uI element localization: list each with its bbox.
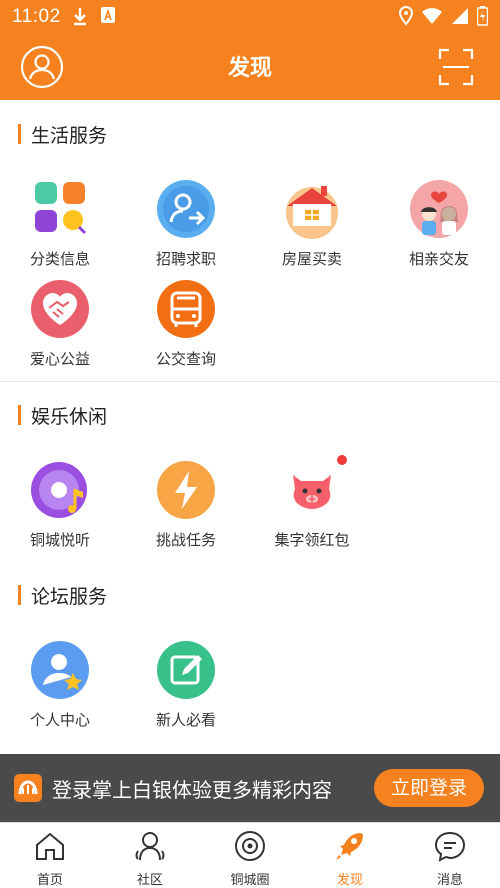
- tab-messages[interactable]: 消息: [400, 823, 500, 888]
- scan-icon: [438, 48, 474, 86]
- grid-item-classified[interactable]: 分类信息: [0, 178, 120, 269]
- edit-note-icon: [157, 641, 215, 699]
- section-title-forum: 论坛服务: [18, 582, 107, 608]
- home-icon: [36, 832, 64, 860]
- music-disc-icon: [31, 462, 87, 518]
- section-divider: [0, 381, 500, 382]
- community-icon: [135, 832, 165, 861]
- grid-item-red-packet[interactable]: 集字领红包: [252, 455, 372, 550]
- circle-feed-icon: [235, 831, 265, 861]
- signal-icon: [452, 8, 468, 24]
- location-icon: [399, 6, 413, 26]
- grid-item-bus[interactable]: 公交查询: [126, 278, 246, 369]
- login-prompt-text: 登录掌上白银体验更多精彩内容: [52, 778, 332, 802]
- tab-circle[interactable]: 铜城圈: [200, 823, 300, 888]
- tab-community[interactable]: 社区: [100, 823, 200, 888]
- login-prompt-banner: 登录掌上白银体验更多精彩内容 立即登录: [0, 754, 500, 822]
- discover-content: 生活服务 分类信息 招聘求职 房屋买卖 相亲交友 爱心公益 公交查询 娱乐休闲 …: [0, 100, 500, 752]
- top-bar: 11:02 发现: [0, 0, 500, 100]
- grid-item-newbie-guide[interactable]: 新人必看: [126, 639, 246, 730]
- charity-heart-icon: [31, 280, 89, 338]
- section-accent-bar: [18, 585, 21, 605]
- lightning-icon: [157, 461, 215, 519]
- grid-item-challenge[interactable]: 挑战任务: [126, 459, 246, 550]
- discover-screen: 11:02 发现 生活服务 分类信息 招聘求职 房屋买卖 相亲交友 爱心公益 公…: [0, 0, 500, 888]
- download-icon: [74, 8, 86, 26]
- section-accent-bar: [18, 124, 21, 144]
- bottom-tab-bar: 首页 社区 铜城圈 发现 消息: [0, 822, 500, 888]
- bus-icon: [157, 280, 215, 338]
- scan-button[interactable]: [438, 47, 474, 87]
- grid-item-personal-center[interactable]: 个人中心: [0, 639, 120, 730]
- grid-item-charity[interactable]: 爱心公益: [0, 278, 120, 369]
- job-recruit-icon: [157, 180, 215, 238]
- rocket-icon: [336, 833, 363, 860]
- page-title: 发现: [227, 56, 272, 81]
- grid-item-housing[interactable]: 房屋买卖: [252, 178, 372, 269]
- house-icon: [286, 186, 338, 239]
- login-button[interactable]: 立即登录: [374, 769, 484, 807]
- battery-icon: [477, 6, 488, 26]
- section-title-entertainment: 娱乐休闲: [18, 402, 107, 428]
- tab-discover[interactable]: 发现: [300, 823, 400, 888]
- grid-item-jobs[interactable]: 招聘求职: [126, 178, 246, 269]
- section-accent-bar: [18, 405, 21, 425]
- grid-item-listen[interactable]: 铜城悦听: [0, 459, 120, 550]
- personal-center-icon: [31, 641, 89, 699]
- status-time: 11:02: [12, 6, 61, 27]
- new-badge-dot: [337, 455, 347, 465]
- piggy-red-packet-icon: [293, 475, 331, 509]
- chat-bubble-icon: [434, 831, 466, 862]
- wifi-icon: [422, 8, 442, 24]
- app-logo-icon: [14, 774, 42, 802]
- app-notification-icon: [101, 7, 115, 23]
- section-title-life: 生活服务: [18, 121, 107, 147]
- dating-couple-icon: [410, 180, 468, 238]
- tab-home[interactable]: 首页: [0, 823, 100, 888]
- status-bar: 11:02: [0, 0, 500, 34]
- grid-item-dating[interactable]: 相亲交友: [379, 178, 499, 269]
- page-header: 发现: [0, 34, 500, 100]
- classified-info-icon: [35, 182, 87, 235]
